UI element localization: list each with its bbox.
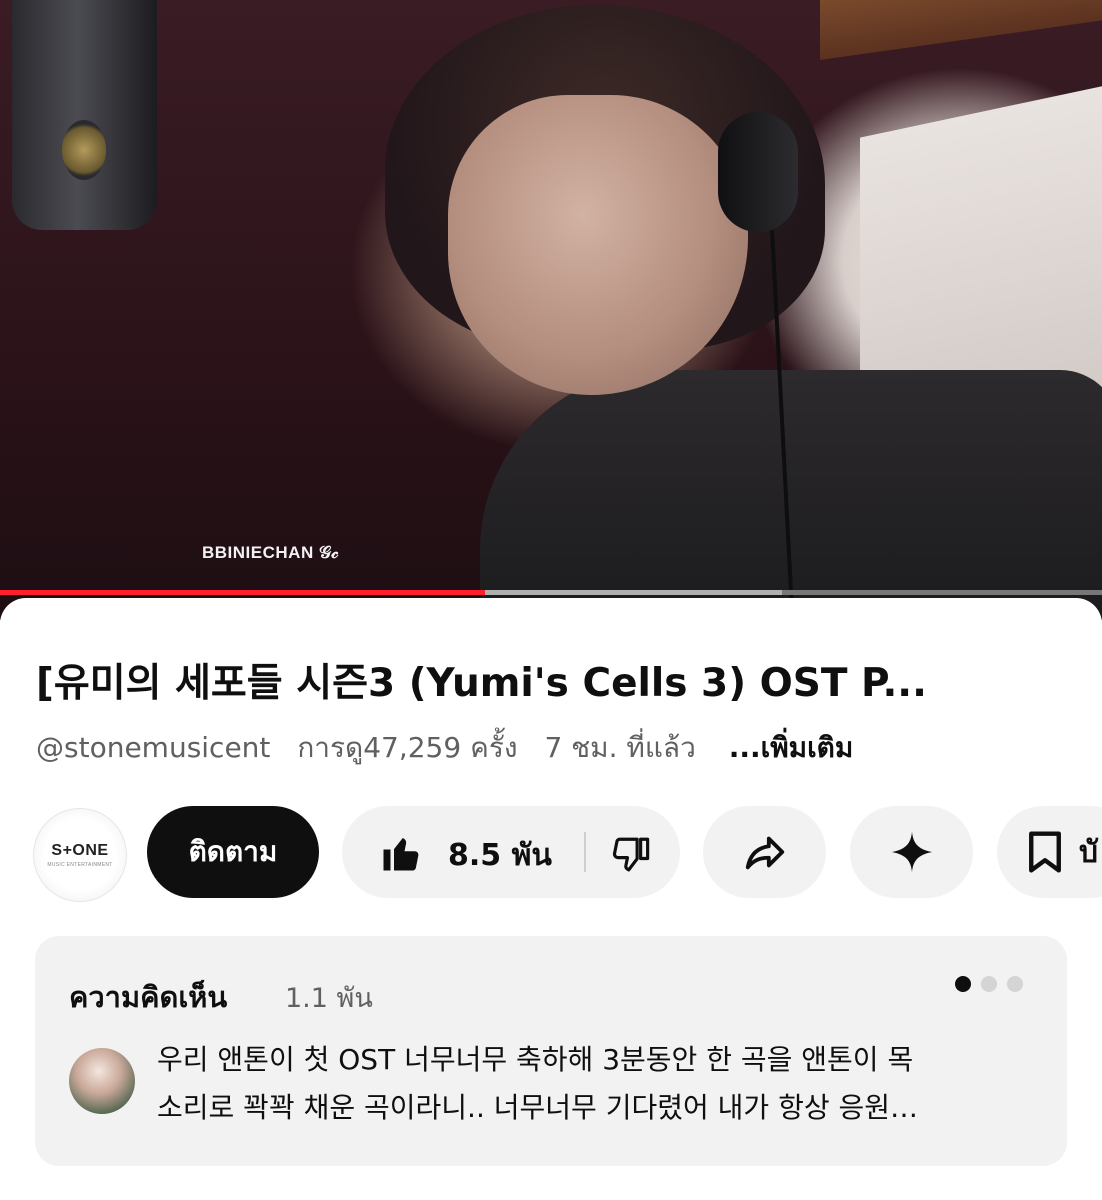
video-metadata[interactable]: @stonemusicent การดู47,259 ครั้ง 7 ชม. ท… <box>36 726 871 770</box>
thumbs-up-icon[interactable] <box>380 832 422 874</box>
upload-age: 7 ชม. ที่แล้ว <box>544 731 696 764</box>
video-frame-wall <box>820 0 1102 60</box>
channel-logo-subtext: MUSIC ENTERTAINMENT <box>47 862 113 868</box>
bookmark-icon <box>1029 831 1061 873</box>
comment-line: 우리 앤톤이 첫 OST 너무너무 축하해 3분동안 한 곡을 앤톤이 목 <box>157 1043 914 1076</box>
video-progress-bar[interactable] <box>0 590 1102 595</box>
page-dot <box>1007 976 1023 992</box>
like-divider <box>584 832 586 872</box>
video-watermark: BBINIECHAN 𝒢𝒸 <box>202 543 339 562</box>
channel-logo-text: S+ONE <box>51 842 109 859</box>
comment-line: 소리로 꽉꽉 채운 곡이라니.. 너무너무 기다렸어 내가 항상 응원… <box>157 1091 919 1124</box>
sparkle-icon <box>891 831 932 873</box>
comments-card[interactable]: ความคิดเห็น 1.1 พัน 우리 앤톤이 첫 OST 너무너무 축하… <box>35 936 1067 1166</box>
video-frame-microphone <box>12 0 157 230</box>
channel-avatar[interactable]: S+ONE MUSIC ENTERTAINMENT <box>33 808 127 902</box>
share-button[interactable] <box>703 806 826 898</box>
like-count[interactable]: 8.5 พัน <box>448 832 552 879</box>
commenter-avatar <box>69 1048 135 1114</box>
share-icon <box>745 836 784 870</box>
save-button[interactable]: บั <box>997 806 1102 898</box>
page-dot <box>981 976 997 992</box>
page-dot-active <box>955 976 971 992</box>
save-label: บั <box>1079 834 1099 870</box>
subscribe-button[interactable]: ติดตาม <box>147 806 319 898</box>
view-count: การดู47,259 ครั้ง <box>297 731 518 764</box>
comments-page-dots <box>955 976 1023 992</box>
progress-played <box>0 590 485 595</box>
video-frame-headphone <box>718 112 798 232</box>
top-comment-text: 우리 앤톤이 첫 OST 너무너무 축하해 3분동안 한 곡을 앤톤이 목 소리… <box>157 1036 1037 1132</box>
video-player[interactable]: BBINIECHAN 𝒢𝒸 <box>0 0 1102 620</box>
comments-heading: ความคิดเห็น <box>69 980 228 1014</box>
like-dislike-pill: 8.5 พัน <box>342 806 680 898</box>
video-frame-face <box>448 95 748 395</box>
channel-handle[interactable]: @stonemusicent <box>36 731 270 764</box>
comments-count: 1.1 พัน <box>285 983 373 1014</box>
ask-ai-button[interactable] <box>850 806 973 898</box>
thumbs-down-icon[interactable] <box>610 834 652 876</box>
video-title[interactable]: [유미의 세포들 시즌3 (Yumi's Cells 3) OST P... <box>36 652 1076 708</box>
more-button[interactable]: ...เพิ่มเติม <box>729 731 854 764</box>
